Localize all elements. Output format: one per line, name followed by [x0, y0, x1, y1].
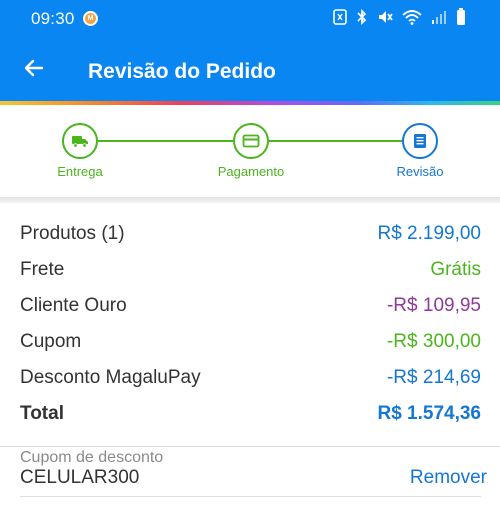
summary-value: -R$ 109,95: [386, 295, 481, 316]
step-label-entrega: Entrega: [57, 164, 103, 179]
checkout-stepper: Entrega Pagamento Revisão: [0, 105, 500, 197]
total-value: R$ 1.574,36: [377, 403, 481, 424]
summary-label: Desconto MagaluPay: [20, 367, 201, 388]
summary-label: Produtos (1): [20, 223, 125, 244]
card-icon: [242, 134, 260, 148]
back-button[interactable]: [22, 56, 46, 80]
status-time: 09:30: [31, 9, 75, 28]
wifi-icon: [402, 9, 422, 30]
step-entrega[interactable]: [62, 123, 98, 159]
summary-label: Cupom: [20, 331, 82, 352]
summary-label: Cliente Ouro: [20, 295, 127, 316]
page-title: Revisão do Pedido: [88, 60, 276, 83]
signal-icon: [431, 9, 447, 30]
total-label: Total: [20, 403, 64, 424]
summary-row-cupom: Cupom -R$ 300,00: [20, 324, 481, 360]
coupon-field-label: Cupom de desconto: [20, 449, 164, 466]
remove-coupon-button[interactable]: Remover: [410, 467, 487, 489]
summary-row-cliente-ouro: Cliente Ouro -R$ 109,95: [20, 288, 481, 324]
status-icons: [333, 7, 466, 31]
summary-value: -R$ 214,69: [386, 367, 481, 388]
document-icon: [414, 134, 426, 148]
summary-label: Frete: [20, 259, 65, 280]
truck-icon: [72, 136, 88, 148]
summary-row-total: Total R$ 1.574,36: [20, 396, 481, 432]
summary-row-frete: Frete Grátis: [20, 252, 481, 288]
step-revisao[interactable]: [402, 123, 438, 159]
mute-icon: [377, 9, 393, 30]
step-connector: [98, 140, 233, 142]
summary-value: R$ 2.199,00: [377, 223, 481, 244]
section-divider: [0, 197, 500, 203]
coupon-divider: [0, 446, 500, 447]
summary-value: -R$ 300,00: [386, 331, 481, 352]
notification-icon: M: [83, 11, 98, 26]
arrow-left-icon: [24, 59, 44, 77]
coupon-input-underline: [20, 496, 481, 497]
bluetooth-icon: [356, 8, 368, 30]
coupon-input[interactable]: CELULAR300: [20, 467, 139, 489]
step-label-revisao: Revisão: [396, 164, 444, 179]
step-connector: [269, 140, 402, 142]
battery-icon: [456, 7, 466, 31]
summary-row-desconto-magalupay: Desconto MagaluPay -R$ 214,69: [20, 360, 481, 396]
status-bar: 09:30 M: [0, 0, 500, 38]
step-label-pagamento: Pagamento: [217, 164, 285, 179]
summary-row-produtos: Produtos (1) R$ 2.199,00: [20, 216, 481, 252]
summary-value: Grátis: [430, 259, 481, 280]
app-bar: Revisão do Pedido: [0, 38, 500, 102]
nfc-icon: [333, 8, 347, 30]
step-pagamento[interactable]: [233, 123, 269, 159]
